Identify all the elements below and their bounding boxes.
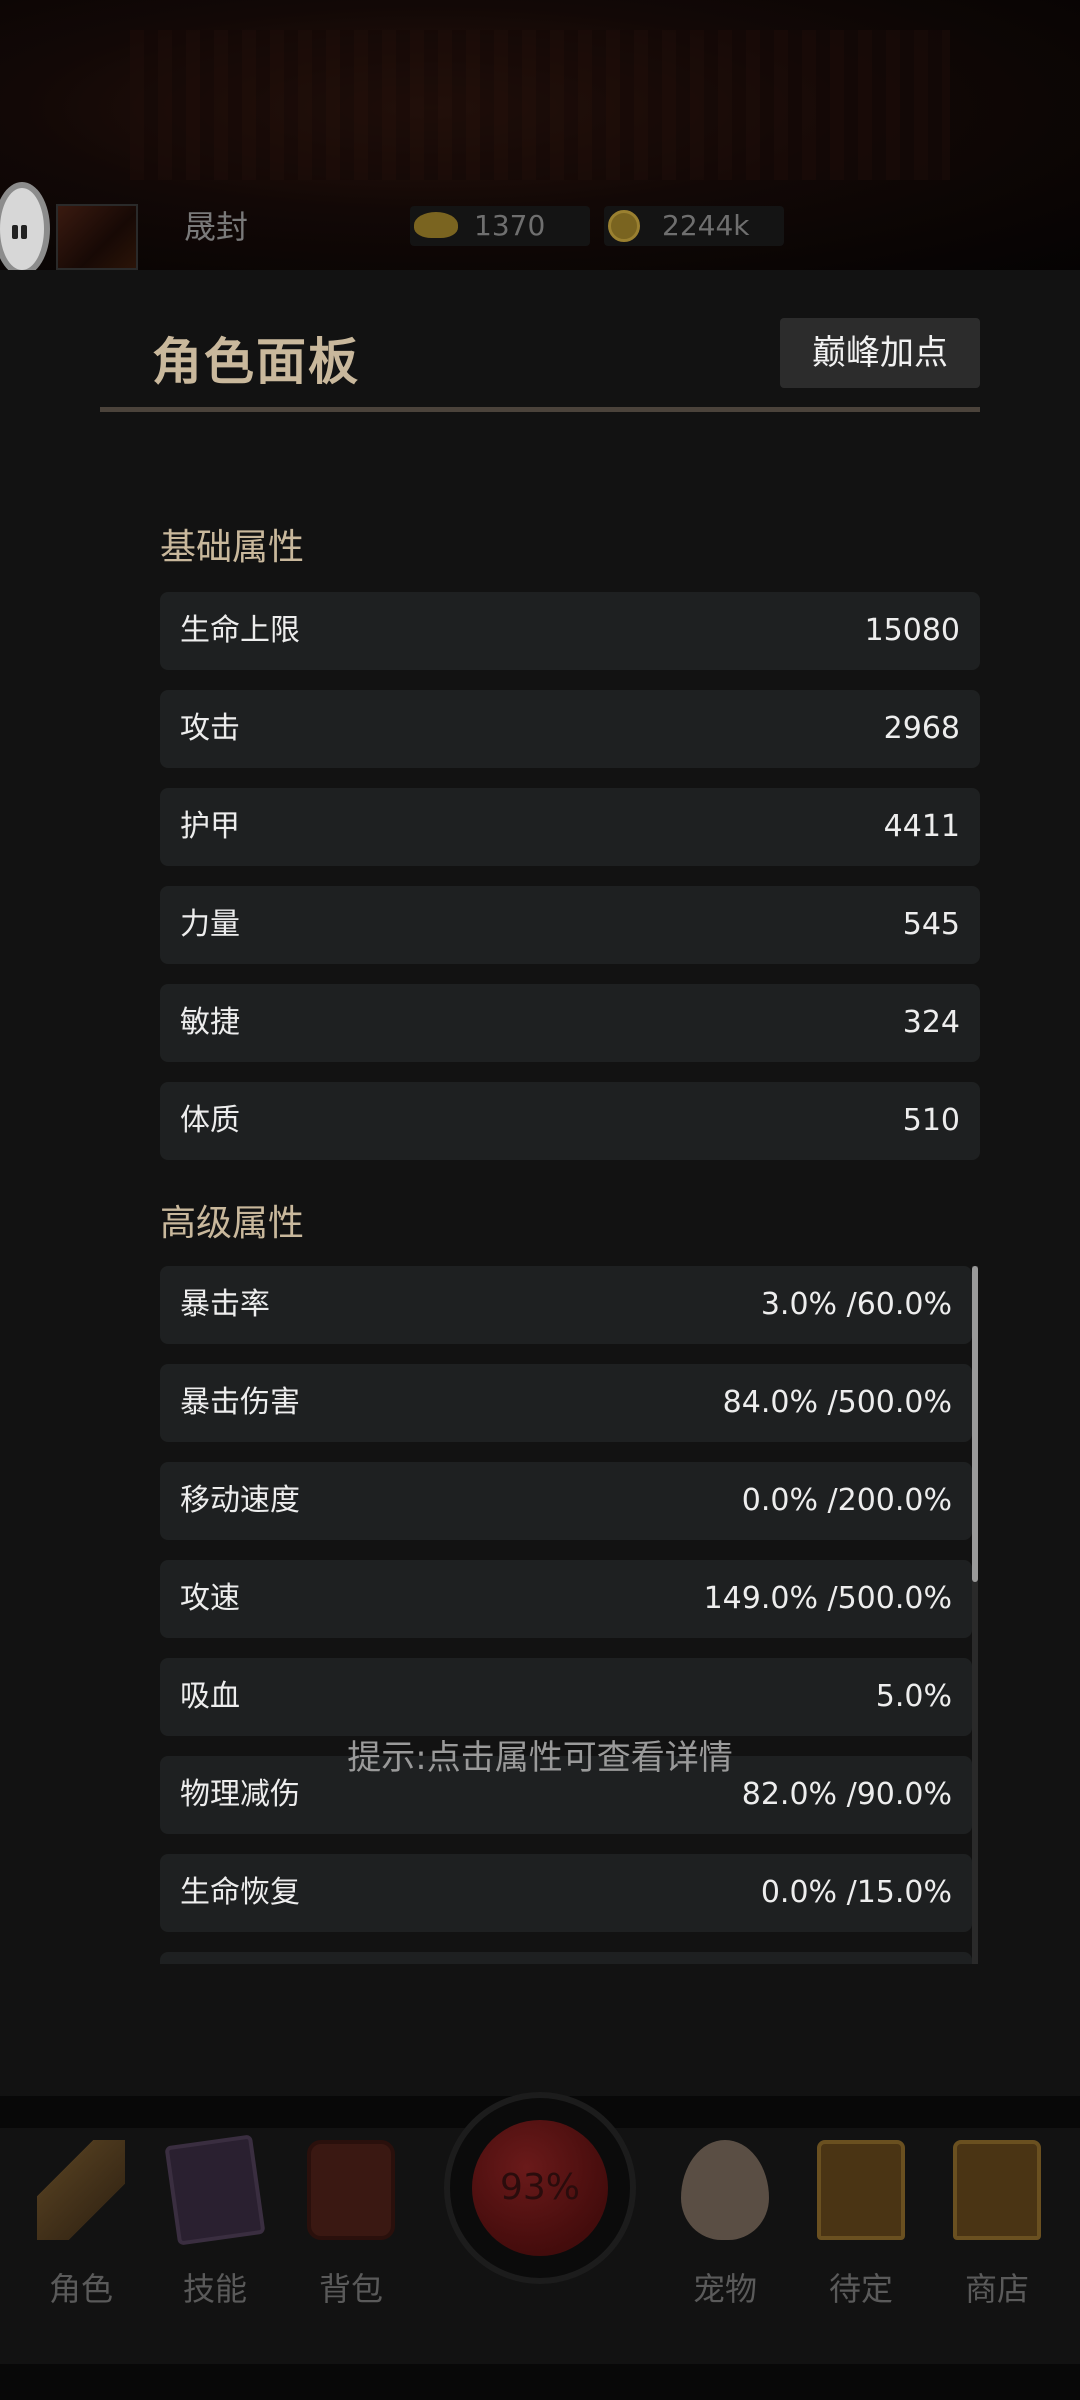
nav-label: 技能 — [182, 2270, 247, 2308]
orb-value: 93% — [499, 2167, 580, 2208]
scrollbar-thumb[interactable] — [972, 1266, 978, 1582]
gold-value: 1370 — [474, 209, 546, 242]
nav-label: 商店 — [964, 2270, 1029, 2308]
coin-icon — [608, 210, 640, 242]
attribute-label: 体质 — [180, 1103, 240, 1138]
attribute-row-hp-regen[interactable]: 生命恢复 0.0% /15.0% — [160, 1854, 972, 1932]
nav-label: 背包 — [318, 2270, 383, 2308]
attribute-value: 510 — [902, 1103, 960, 1138]
attribute-value: 15080 — [864, 613, 960, 648]
nav-character[interactable]: 角色 — [26, 2140, 136, 2310]
attribute-label: 暴击伤害 — [180, 1385, 300, 1420]
advanced-attributes-list[interactable]: 暴击率 3.0% /60.0% 暴击伤害 84.0% /500.0% 移动速度 … — [160, 1266, 980, 1964]
attribute-value: 2968 — [883, 711, 960, 746]
attribute-value: 3.0% /60.0% — [760, 1287, 952, 1322]
spellbook-icon — [164, 2134, 266, 2246]
nav-pet[interactable]: 宠物 — [670, 2140, 780, 2310]
attribute-row-partial[interactable] — [160, 1952, 972, 1964]
coin-counter: 2244k — [604, 206, 784, 246]
nav-skills[interactable]: 技能 — [160, 2134, 270, 2310]
attribute-value: 324 — [902, 1005, 960, 1040]
gold-counter: 1370 — [410, 206, 590, 246]
egg-icon — [681, 2140, 769, 2240]
attribute-row-max-hp[interactable]: 生命上限 15080 — [160, 592, 980, 670]
attribute-label: 生命恢复 — [180, 1875, 300, 1910]
attribute-row-move-speed[interactable]: 移动速度 0.0% /200.0% — [160, 1462, 972, 1540]
nav-label: 待定 — [828, 2270, 893, 2308]
character-panel: 角色面板 巅峰加点 基础属性 生命上限 15080 攻击 2968 护甲 441… — [0, 270, 1080, 2096]
attribute-label: 敏捷 — [180, 1005, 240, 1040]
hint-text: 提示:点击属性可查看详情 — [347, 1738, 733, 1778]
basic-attributes-title: 基础属性 — [160, 527, 305, 568]
attribute-row-armor[interactable]: 护甲 4411 — [160, 788, 980, 866]
attribute-label: 暴击率 — [180, 1287, 270, 1322]
chest-icon — [953, 2140, 1041, 2240]
nav-label: 宠物 — [692, 2270, 757, 2308]
attribute-value: 545 — [902, 907, 960, 942]
attribute-label: 吸血 — [180, 1679, 240, 1714]
attribute-label: 攻速 — [180, 1581, 240, 1616]
peak-points-button[interactable]: 巅峰加点 — [780, 318, 980, 388]
attribute-label: 生命上限 — [180, 613, 300, 648]
nav-pending[interactable]: 待定 — [806, 2140, 916, 2310]
attribute-row-strength[interactable]: 力量 545 — [160, 886, 980, 964]
nav-label: 角色 — [48, 2270, 113, 2308]
attribute-label: 攻击 — [180, 711, 240, 746]
panel-title: 角色面板 — [152, 333, 360, 391]
attribute-label: 护甲 — [180, 809, 240, 844]
chest-icon — [817, 2140, 905, 2240]
gold-ingot-icon — [414, 212, 458, 238]
coin-value: 2244k — [662, 209, 750, 242]
advanced-attributes-title: 高级属性 — [160, 1203, 305, 1244]
player-name: 晟封 — [184, 208, 249, 246]
attribute-value: 149.0% /500.0% — [703, 1581, 952, 1616]
tent-icon — [37, 2140, 125, 2240]
attribute-value: 4411 — [883, 809, 960, 844]
attribute-value: 0.0% /15.0% — [760, 1875, 952, 1910]
attribute-row-attack-speed[interactable]: 攻速 149.0% /500.0% — [160, 1560, 972, 1638]
backpack-icon — [307, 2140, 395, 2240]
attribute-row-agility[interactable]: 敏捷 324 — [160, 984, 980, 1062]
attribute-row-constitution[interactable]: 体质 510 — [160, 1082, 980, 1160]
attribute-row-crit-damage[interactable]: 暴击伤害 84.0% /500.0% — [160, 1364, 972, 1442]
energy-orb[interactable]: 93% — [444, 2092, 636, 2284]
attribute-value: 5.0% — [875, 1679, 952, 1714]
attribute-label: 移动速度 — [180, 1483, 300, 1518]
title-divider — [100, 407, 980, 412]
attribute-value: 84.0% /500.0% — [722, 1385, 952, 1420]
nav-shop[interactable]: 商店 — [942, 2140, 1052, 2310]
pause-icon — [12, 224, 32, 239]
nav-backpack[interactable]: 背包 — [296, 2140, 406, 2310]
attribute-label: 力量 — [180, 907, 240, 942]
orb-fill: 93% — [472, 2120, 608, 2256]
attribute-value: 0.0% /200.0% — [741, 1483, 952, 1518]
scene-art — [130, 30, 950, 180]
attribute-row-crit-rate[interactable]: 暴击率 3.0% /60.0% — [160, 1266, 972, 1344]
attribute-row-attack[interactable]: 攻击 2968 — [160, 690, 980, 768]
player-avatar[interactable] — [56, 204, 138, 270]
attribute-row-lifesteal[interactable]: 吸血 5.0% — [160, 1658, 972, 1736]
